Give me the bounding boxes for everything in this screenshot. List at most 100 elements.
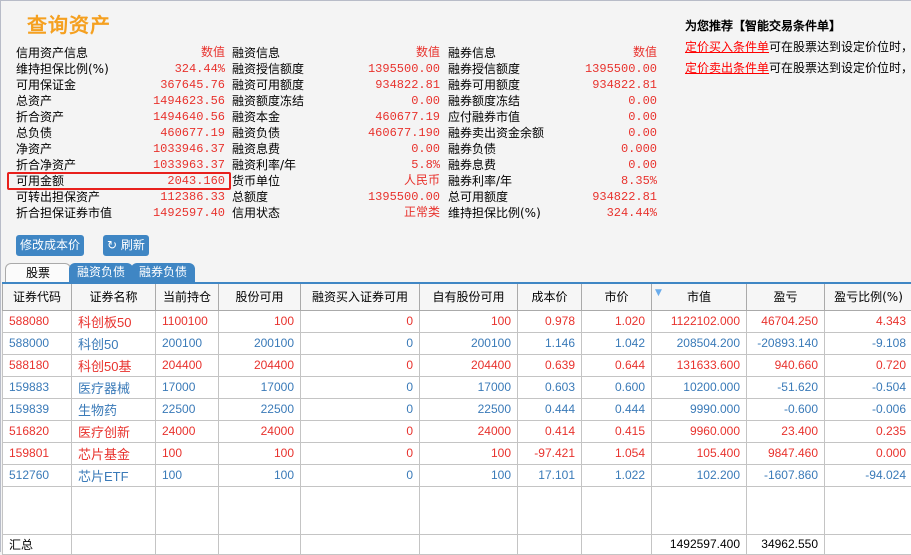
table-cell: 9990.000	[652, 398, 747, 420]
sort-desc-icon: ▼	[655, 288, 662, 298]
table-cell: 204400	[156, 354, 219, 376]
info-label: 融券负债	[448, 141, 496, 157]
column-header[interactable]: 股份可用	[219, 283, 301, 310]
column-header[interactable]: 融资买入证券可用	[301, 283, 420, 310]
info-label: 融券息费	[448, 157, 496, 173]
info-row: 应付融券市值0.00	[448, 109, 657, 125]
table-cell: 9960.000	[652, 420, 747, 442]
column-header[interactable]: 市价	[582, 283, 652, 310]
table-cell: 芯片ETF	[72, 464, 156, 486]
info-label: 融券授信额度	[448, 61, 520, 77]
info-row: 净资产1033946.37	[16, 141, 225, 157]
table-cell: -51.620	[747, 376, 825, 398]
table-cell: 生物药	[72, 398, 156, 420]
table-cell: 0.600	[582, 376, 652, 398]
table-cell: 17000	[420, 376, 518, 398]
table-cell: 0	[301, 398, 420, 420]
table-cell: 200100	[420, 332, 518, 354]
summary-label: 汇总	[3, 534, 72, 554]
table-row[interactable]: 512760芯片ETF100100010017.1011.022102.200-…	[3, 464, 911, 486]
table-cell: -9.108	[825, 332, 911, 354]
info-value: 460677.190	[368, 125, 440, 141]
table-cell: 208504.200	[652, 332, 747, 354]
header-label: 当前持仓	[163, 290, 211, 304]
table-cell: 0.444	[582, 398, 652, 420]
table-cell: 医疗创新	[72, 420, 156, 442]
table-cell: 17.101	[518, 464, 582, 486]
modify-cost-button[interactable]: 修改成本价	[16, 235, 84, 256]
table-cell: 0	[301, 332, 420, 354]
table-row[interactable]: 588080科创板50110010010001000.9781.02011221…	[3, 310, 911, 332]
info-value: 0.00	[628, 109, 657, 125]
info-row: 折合净资产1033963.37	[16, 157, 225, 173]
table-row[interactable]: 516820医疗创新24000240000240000.4140.4159960…	[3, 420, 911, 442]
column-header[interactable]: 成本价	[518, 283, 582, 310]
table-cell: 0.415	[582, 420, 652, 442]
info-label: 维持担保比例(%)	[16, 61, 109, 77]
tab-financing-debt[interactable]: 融资负债	[69, 263, 133, 282]
info-value: 0.000	[621, 141, 657, 157]
info-value: 0.00	[628, 157, 657, 173]
table-row[interactable]: 159839生物药22500225000225000.4440.4449990.…	[3, 398, 911, 420]
header-label: 市值	[687, 290, 711, 304]
table-cell: 1.042	[582, 332, 652, 354]
table-row[interactable]: 588000科创5020010020010002001001.1461.0422…	[3, 332, 911, 354]
info-label: 融券可用额度	[448, 77, 520, 93]
table-cell: 512760	[3, 464, 72, 486]
info-label: 总资产	[16, 93, 52, 109]
info-value: 5.8%	[411, 157, 440, 173]
refresh-label: 刷新	[121, 238, 145, 252]
table-row[interactable]: 588180科创50基20440020440002044000.6390.644…	[3, 354, 911, 376]
table-cell: 22500	[219, 398, 301, 420]
info-label: 融资额度冻结	[232, 93, 304, 109]
credit-asset-info: 信用资产信息数值维持担保比例(%)324.44%可用保证金367645.76总资…	[16, 45, 225, 221]
table-cell: -1607.860	[747, 464, 825, 486]
table-cell: 24000	[219, 420, 301, 442]
refresh-button[interactable]: ↻ 刷新	[103, 235, 149, 256]
info-row: 融资额度冻结0.00	[232, 93, 440, 109]
info-row: 融券可用额度934822.81	[448, 77, 657, 93]
info-value: 934822.81	[375, 77, 440, 93]
table-cell: 0.644	[582, 354, 652, 376]
info-value: 1494623.56	[153, 93, 225, 109]
column-header[interactable]: 当前持仓	[156, 283, 219, 310]
table-cell: 588180	[3, 354, 72, 376]
info-row: 融资可用额度934822.81	[232, 77, 440, 93]
info-label: 融资负债	[232, 125, 280, 141]
recommend-text: 可在股票达到设定价位时，	[769, 40, 911, 54]
table-cell: 0.720	[825, 354, 911, 376]
header-label: 市价	[604, 290, 628, 304]
info-label: 维持担保比例(%)	[448, 205, 541, 221]
column-header[interactable]: 证券代码	[3, 283, 72, 310]
column-header[interactable]: 自有股份可用	[420, 283, 518, 310]
info-row: 融资授信额度1395500.00	[232, 61, 440, 77]
table-cell: 100	[219, 464, 301, 486]
info-label: 融资授信额度	[232, 61, 304, 77]
info-row: 可用保证金367645.76	[16, 77, 225, 93]
column-header[interactable]: 盈亏	[747, 283, 825, 310]
table-row[interactable]: 159801芯片基金1001000100-97.4211.054105.4009…	[3, 442, 911, 464]
table-cell: 1122102.000	[652, 310, 747, 332]
tab-lending-debt[interactable]: 融券负债	[131, 263, 195, 282]
column-header[interactable]: ▼ 市值	[652, 283, 747, 310]
price-sell-link[interactable]: 定价卖出条件单	[685, 61, 769, 75]
table-cell: 0.603	[518, 376, 582, 398]
table-cell: 0	[301, 420, 420, 442]
price-buy-link[interactable]: 定价买入条件单	[685, 40, 769, 54]
info-value: 460677.19	[160, 125, 225, 141]
table-cell: 17000	[219, 376, 301, 398]
tab-stocks[interactable]: 股票	[5, 263, 71, 282]
page-title: 查询资产	[27, 9, 111, 38]
table-cell: 9847.460	[747, 442, 825, 464]
table-row[interactable]: 159883医疗器械17000170000170000.6030.6001020…	[3, 376, 911, 398]
column-header[interactable]: 盈亏比例(%)	[825, 283, 911, 310]
info-value: 460677.19	[375, 109, 440, 125]
info-label: 净资产	[16, 141, 52, 157]
table-cell: 100	[156, 464, 219, 486]
highlight-box	[7, 172, 231, 190]
column-header[interactable]: 证券名称	[72, 283, 156, 310]
header-label: 融资买入证券可用	[312, 290, 408, 304]
table-cell: 22500	[156, 398, 219, 420]
recommend-text: 可在股票达到设定价位时，	[769, 61, 911, 75]
table-cell: 588080	[3, 310, 72, 332]
